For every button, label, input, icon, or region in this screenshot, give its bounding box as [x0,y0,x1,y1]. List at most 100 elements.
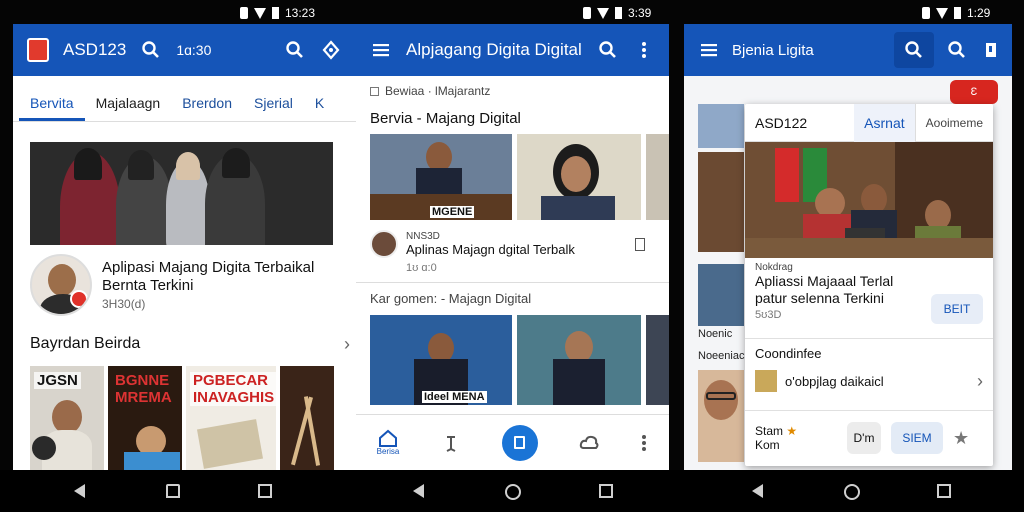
article-row[interactable]: NNS3D Aplinas Majagn dgital Terbalk [356,220,669,258]
side-label: Noenic [698,328,733,340]
explore-icon[interactable] [320,39,342,61]
side-label: Noeeniac [698,350,745,362]
breadcrumb: Bewiaa · lMajarantz [356,76,669,106]
article-image[interactable] [745,142,993,258]
news-image[interactable] [646,315,669,405]
news-image[interactable] [517,134,641,220]
home-icon[interactable] [844,484,860,500]
bookmark-icon[interactable] [980,39,1002,61]
search-button[interactable] [894,32,934,68]
status-bar-middle: 3:39 [583,0,651,26]
recents-icon[interactable] [258,484,272,498]
battery-icon [615,7,622,19]
list-item-text: o'obpjlag daikaicl [785,373,884,389]
more-vert-icon [642,434,647,451]
bluetooth-icon [583,7,591,19]
back-icon[interactable] [413,484,424,498]
hero-image[interactable] [30,142,333,245]
read-button[interactable]: BEIT [931,294,983,324]
tab-brerdon[interactable]: Brerdon [171,95,243,121]
article-meta: 3H30(d) [102,297,146,311]
nav-more[interactable] [640,433,648,453]
popup-tab-more[interactable]: Aooimeme [914,103,993,142]
popup-tab-asd[interactable]: ASD122 [745,104,817,142]
promo-title: Stam [755,424,787,438]
list-item-title: Coondinfee [755,346,822,361]
status-time: 13:23 [285,6,316,20]
article-kicker: Nokdrag [755,262,793,273]
favorite-star-icon[interactable]: ★ [953,428,969,449]
magazine-thumb[interactable]: PGBECAR INAVAGHIS [186,366,276,470]
tab-majalah[interactable]: Majalaagn [85,95,172,121]
article-preview-popup[interactable]: ASD122 Asrnat Aooimeme Nokdrag Apliassi … [745,103,993,466]
more-vert-icon[interactable] [633,39,655,61]
promo-text: Stam ★ Kom [755,424,837,452]
featured-article[interactable]: Aplipasi Majang Digita Terbaikal Bernta … [30,245,350,325]
tab-sjerial[interactable]: Sjerial [243,95,304,121]
news-image[interactable] [517,315,641,405]
side-thumbnail[interactable] [698,264,744,326]
news-image[interactable] [646,134,669,220]
battery-icon [954,7,961,19]
back-icon[interactable] [752,484,763,498]
chevron-right-icon[interactable]: › [344,334,350,355]
news-image[interactable]: Ideel MENA [370,315,512,405]
item-thumbnail [755,370,777,392]
nav-home-label: Berisa [376,447,400,456]
nav-explore[interactable] [441,433,461,453]
back-icon[interactable] [74,484,85,498]
nav-favorites[interactable] [579,433,599,453]
magazine-thumb[interactable]: BGNNE MREMA [108,366,182,470]
checkbox-icon [370,86,379,96]
home-icon[interactable] [166,484,180,498]
magazine-fab[interactable] [501,424,538,461]
list-item[interactable]: Coondinfee [755,346,983,361]
search-icon[interactable] [597,39,619,61]
subsection-title: Kar gomen: - Majagn Digital [370,291,532,306]
app-title: Alpjagang Digita Digital [406,40,582,59]
popup-tab-asrnat[interactable]: Asrnat [854,103,915,142]
wifi-icon [597,7,609,19]
chevron-right-icon[interactable]: › [977,371,983,392]
article-headline-2: patur selenna Terkini [755,290,884,306]
header-text: 1ɑ:30 [176,42,212,58]
system-navigation-bar [0,470,1024,512]
search-icon[interactable] [946,39,968,61]
menu-icon[interactable] [698,39,720,61]
recents-icon[interactable] [599,484,613,498]
breadcrumb-text: Bewiaa · lMajarantz [385,84,491,98]
side-thumbnail[interactable] [698,152,744,252]
list-item[interactable]: o'obpjlag daikaicl › [755,370,983,392]
notification-pill[interactable]: Ɛ [950,80,998,104]
chip-siem[interactable]: SIEM [891,422,943,454]
tab-bervita[interactable]: Bervita [19,95,85,121]
news-image[interactable]: MGENE [370,134,512,220]
nav-home[interactable]: Berisa [376,429,400,456]
app-title: ASD123 [63,40,127,59]
side-thumbnail[interactable] [698,104,744,148]
search-icon[interactable] [140,39,162,61]
home-icon[interactable] [505,484,521,500]
thumb-label: PGBECAR INAVAGHIS [190,372,276,406]
wifi-icon [936,7,948,19]
section-header[interactable]: Bayrdan Beirda › [30,328,350,360]
magazine-thumb[interactable]: JGSN [30,366,104,470]
magazine-thumb[interactable] [280,366,334,470]
chip-dm[interactable]: D'm [847,422,881,454]
recents-icon[interactable] [937,484,951,498]
side-thumbnail[interactable] [698,370,744,462]
star-icon: ★ [786,424,798,438]
tab-more[interactable]: K [304,95,335,121]
section-title: Bayrdan Beirda [30,335,141,352]
app-logo-icon[interactable] [27,38,49,62]
status-time: 1:29 [967,6,991,20]
article-text: Nokdrag Apliassi Majaaal Terlal patur se… [755,262,935,321]
search-icon [905,41,922,58]
search-icon[interactable] [284,39,306,61]
thumbnail-strip: JGSN BGNNE MREMA PGBECAR INAVAGHIS [30,366,350,470]
phone-screen-1: ASD123 1ɑ:30 Bervita Majalaagn Brerdon S… [13,24,356,470]
bookmark-icon[interactable] [635,237,645,251]
tool-icon [446,435,456,452]
menu-icon[interactable] [370,39,392,61]
author-avatar [30,254,92,316]
